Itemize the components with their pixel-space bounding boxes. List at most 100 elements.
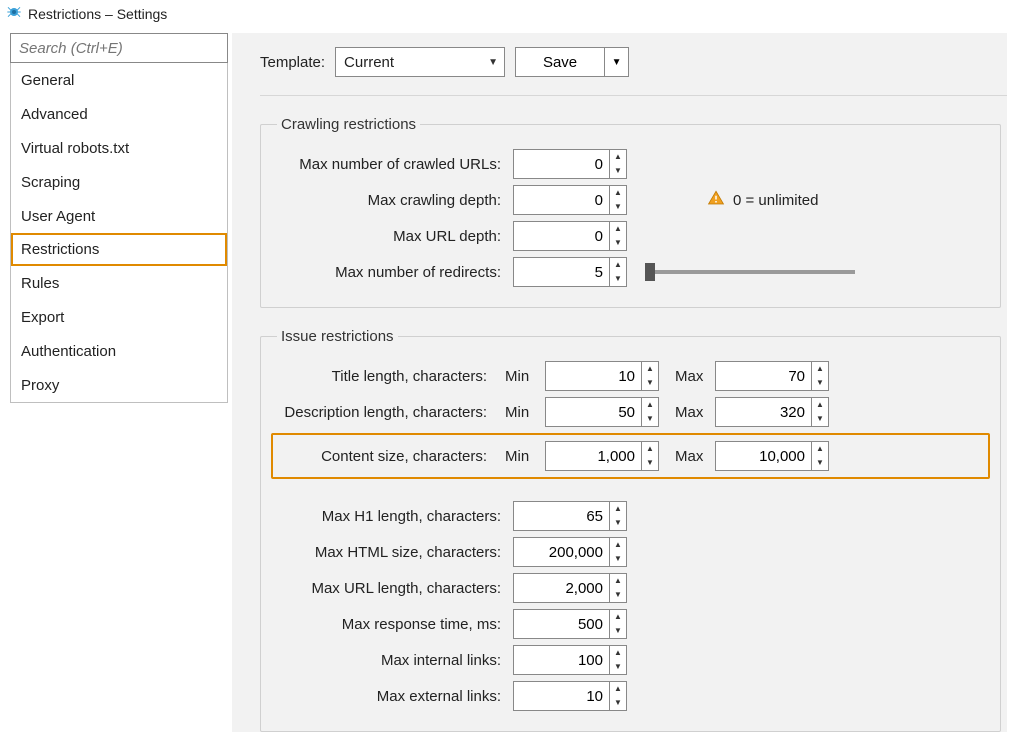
crawling-restrictions-group: Crawling restrictions Max number of craw…: [260, 116, 1001, 308]
search-input[interactable]: [10, 33, 228, 63]
sidebar-item-export[interactable]: Export: [11, 300, 227, 334]
sidebar-item-proxy[interactable]: Proxy: [11, 368, 227, 402]
spin-down-icon[interactable]: ▼: [642, 456, 658, 470]
title-len-max-input[interactable]: [715, 361, 811, 391]
desc-len-label: Description length, characters:: [277, 404, 499, 421]
spin-up-icon[interactable]: ▲: [812, 442, 828, 456]
ext-links-stepper[interactable]: ▲▼: [513, 681, 627, 711]
max-url-depth-stepper[interactable]: ▲▼: [513, 221, 627, 251]
spin-up-icon[interactable]: ▲: [812, 398, 828, 412]
max-redirects-stepper[interactable]: ▲▼: [513, 257, 627, 287]
url-len-input[interactable]: [513, 573, 609, 603]
spin-down-icon[interactable]: ▼: [610, 552, 626, 566]
issue-restrictions-group: Issue restrictions Title length, charact…: [260, 328, 1001, 732]
min-label: Min: [505, 404, 545, 421]
spin-down-icon[interactable]: ▼: [812, 376, 828, 390]
content-size-min-stepper[interactable]: ▲▼: [545, 441, 659, 471]
content-size-max-stepper[interactable]: ▲▼: [715, 441, 829, 471]
url-len-stepper[interactable]: ▲▼: [513, 573, 627, 603]
desc-len-max-input[interactable]: [715, 397, 811, 427]
crawling-legend: Crawling restrictions: [277, 116, 420, 133]
spin-up-icon[interactable]: ▲: [610, 538, 626, 552]
unlimited-text: 0 = unlimited: [733, 192, 818, 209]
spin-up-icon[interactable]: ▲: [610, 610, 626, 624]
save-dropdown-button[interactable]: ▼: [605, 47, 629, 77]
max-redirects-input[interactable]: [513, 257, 609, 287]
desc-len-max-stepper[interactable]: ▲▼: [715, 397, 829, 427]
h1-len-input[interactable]: [513, 501, 609, 531]
sidebar-item-general[interactable]: General: [11, 63, 227, 97]
spin-up-icon[interactable]: ▲: [610, 646, 626, 660]
title-len-min-stepper[interactable]: ▲▼: [545, 361, 659, 391]
sidebar-item-advanced[interactable]: Advanced: [11, 97, 227, 131]
template-select[interactable]: Current ▼: [335, 47, 505, 77]
spin-down-icon[interactable]: ▼: [610, 200, 626, 214]
max-urls-input[interactable]: [513, 149, 609, 179]
h1-len-stepper[interactable]: ▲▼: [513, 501, 627, 531]
slider-thumb[interactable]: [645, 263, 655, 281]
spin-up-icon[interactable]: ▲: [610, 502, 626, 516]
html-size-input[interactable]: [513, 537, 609, 567]
titlebar: Restrictions – Settings: [0, 0, 1017, 33]
resp-time-input[interactable]: [513, 609, 609, 639]
content-size-label: Content size, characters:: [277, 448, 499, 465]
title-len-max-stepper[interactable]: ▲▼: [715, 361, 829, 391]
max-url-depth-input[interactable]: [513, 221, 609, 251]
resp-time-stepper[interactable]: ▲▼: [513, 609, 627, 639]
spin-down-icon[interactable]: ▼: [610, 164, 626, 178]
max-url-depth-label: Max URL depth:: [277, 228, 513, 245]
save-button[interactable]: Save: [515, 47, 605, 77]
spin-up-icon[interactable]: ▲: [812, 362, 828, 376]
int-links-stepper[interactable]: ▲▼: [513, 645, 627, 675]
spin-down-icon[interactable]: ▼: [812, 412, 828, 426]
unlimited-hint: 0 = unlimited: [707, 189, 818, 211]
sidebar-item-scraping[interactable]: Scraping: [11, 165, 227, 199]
spin-down-icon[interactable]: ▼: [610, 516, 626, 530]
spin-down-icon[interactable]: ▼: [610, 588, 626, 602]
spin-down-icon[interactable]: ▼: [610, 624, 626, 638]
spin-up-icon[interactable]: ▲: [610, 682, 626, 696]
sidebar-item-authentication[interactable]: Authentication: [11, 334, 227, 368]
sidebar-item-rules[interactable]: Rules: [11, 266, 227, 300]
content-size-min-input[interactable]: [545, 441, 641, 471]
spin-down-icon[interactable]: ▼: [642, 412, 658, 426]
spin-up-icon[interactable]: ▲: [642, 362, 658, 376]
int-links-label: Max internal links:: [277, 652, 513, 669]
min-label: Min: [505, 368, 545, 385]
spin-down-icon[interactable]: ▼: [610, 272, 626, 286]
spin-up-icon[interactable]: ▲: [610, 574, 626, 588]
desc-len-min-input[interactable]: [545, 397, 641, 427]
content-size-max-input[interactable]: [715, 441, 811, 471]
ext-links-input[interactable]: [513, 681, 609, 711]
spin-down-icon[interactable]: ▼: [812, 456, 828, 470]
chevron-down-icon: ▼: [488, 57, 498, 68]
spin-down-icon[interactable]: ▼: [642, 376, 658, 390]
sidebar-item-restrictions[interactable]: Restrictions: [11, 233, 227, 266]
sidebar-item-virtual-robots[interactable]: Virtual robots.txt: [11, 131, 227, 165]
spin-down-icon[interactable]: ▼: [610, 660, 626, 674]
spin-up-icon[interactable]: ▲: [642, 442, 658, 456]
app-icon: [6, 4, 22, 23]
spin-up-icon[interactable]: ▲: [642, 398, 658, 412]
int-links-input[interactable]: [513, 645, 609, 675]
max-urls-stepper[interactable]: ▲▼: [513, 149, 627, 179]
save-splitbutton: Save ▼: [515, 47, 629, 77]
spin-down-icon[interactable]: ▼: [610, 236, 626, 250]
spin-up-icon[interactable]: ▲: [610, 150, 626, 164]
max-depth-stepper[interactable]: ▲▼: [513, 185, 627, 215]
desc-len-min-stepper[interactable]: ▲▼: [545, 397, 659, 427]
sidebar-item-user-agent[interactable]: User Agent: [11, 199, 227, 233]
spin-down-icon[interactable]: ▼: [610, 696, 626, 710]
spin-up-icon[interactable]: ▲: [610, 258, 626, 272]
content-area: Template: Current ▼ Save ▼ Crawling rest…: [232, 33, 1007, 732]
max-depth-label: Max crawling depth:: [277, 192, 513, 209]
max-depth-input[interactable]: [513, 185, 609, 215]
redirects-slider[interactable]: [645, 270, 855, 274]
max-label: Max: [675, 368, 715, 385]
html-size-stepper[interactable]: ▲▼: [513, 537, 627, 567]
window-title: Restrictions – Settings: [28, 6, 167, 22]
title-len-label: Title length, characters:: [277, 368, 499, 385]
spin-up-icon[interactable]: ▲: [610, 222, 626, 236]
title-len-min-input[interactable]: [545, 361, 641, 391]
spin-up-icon[interactable]: ▲: [610, 186, 626, 200]
